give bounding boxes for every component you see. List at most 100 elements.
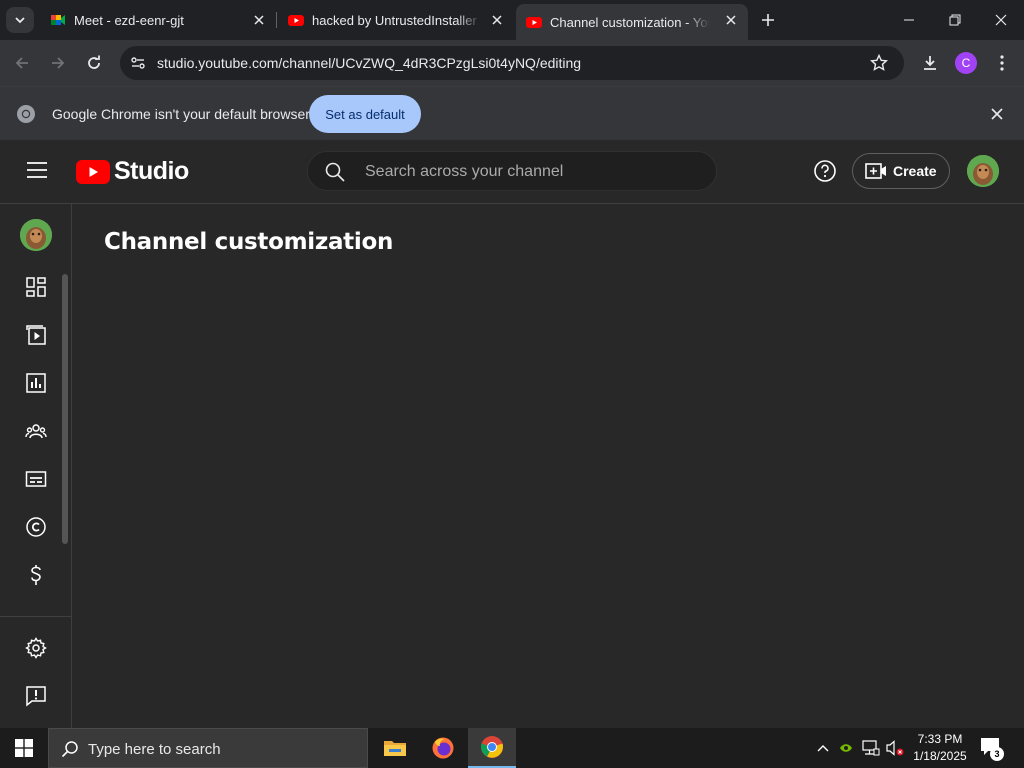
minimize-icon <box>904 19 914 21</box>
subtitles-icon <box>25 471 47 487</box>
profile-button[interactable]: C <box>955 52 977 74</box>
taskbar-chrome[interactable] <box>468 728 516 768</box>
community-icon <box>25 424 47 439</box>
studio-sidebar <box>0 204 72 728</box>
taskbar-file-explorer[interactable] <box>371 728 419 768</box>
sidebar-item-feedback[interactable] <box>24 684 48 708</box>
folder-icon <box>384 741 406 756</box>
forward-button[interactable] <box>44 49 72 77</box>
back-button[interactable] <box>8 49 36 77</box>
studio-wordmark: Studio <box>114 157 189 185</box>
start-button[interactable] <box>0 728 48 768</box>
chrome-logo-icon <box>17 105 35 123</box>
close-icon[interactable] <box>990 107 1004 121</box>
create-label: Create <box>893 163 937 179</box>
sidebar-item-subtitles[interactable] <box>24 467 48 491</box>
taskbar-firefox[interactable] <box>419 728 467 768</box>
arrow-left-icon <box>15 57 28 69</box>
sidebar-divider <box>0 616 72 617</box>
restore-button[interactable] <box>932 0 978 40</box>
sidebar-item-dashboard[interactable] <box>24 275 48 299</box>
reload-button[interactable] <box>80 49 108 77</box>
windows-logo-icon <box>15 739 33 757</box>
tab-strip: Meet - ezd-eenr-gjt hacked by UntrustedI… <box>0 0 1024 40</box>
close-icon[interactable] <box>490 13 504 27</box>
downloads-button[interactable] <box>916 49 944 77</box>
tray-network[interactable] <box>860 728 882 768</box>
tab-title: Channel customization - YouTube Studio <box>550 14 710 30</box>
sidebar-item-settings[interactable] <box>24 636 48 660</box>
chevron-down-icon <box>15 17 25 24</box>
content-icon <box>26 325 46 345</box>
tab-youtube[interactable]: hacked by UntrustedInstaller - YouTube <box>278 5 514 35</box>
studio-header: Studio Search across your channel Create <box>0 140 1024 204</box>
tab-meet[interactable]: Meet - ezd-eenr-gjt <box>40 5 276 35</box>
sidebar-item-earn[interactable] <box>24 563 48 587</box>
create-button[interactable]: Create <box>852 153 950 189</box>
clock-date: 1/18/2025 <box>913 749 967 763</box>
page-title: Channel customization <box>104 229 394 255</box>
search-icon <box>325 162 345 182</box>
windows-taskbar: Type here to search 7:33 PM 1/18/2025 3 <box>0 728 1024 768</box>
close-icon <box>995 14 1007 26</box>
sidebar-scroll-thumb[interactable] <box>62 274 68 544</box>
search-icon <box>61 741 78 758</box>
channel-search[interactable]: Search across your channel <box>307 151 717 191</box>
reload-icon <box>88 55 100 69</box>
address-bar[interactable]: studio.youtube.com/channel/UCvZWQ_4dR3CP… <box>120 46 904 80</box>
minimize-button[interactable] <box>886 0 932 40</box>
copyright-icon <box>26 517 46 537</box>
tray-overflow-button[interactable] <box>812 728 834 768</box>
new-tab-button[interactable] <box>754 0 782 40</box>
avatar-image <box>967 155 999 187</box>
sidebar-item-analytics[interactable] <box>24 371 48 395</box>
tab-separator <box>276 12 277 28</box>
account-avatar[interactable] <box>967 155 999 187</box>
create-video-icon <box>865 163 886 179</box>
youtube-icon <box>526 17 542 28</box>
nvidia-icon <box>840 744 852 752</box>
youtube-icon <box>288 15 304 26</box>
avatar-image <box>20 219 52 251</box>
bookmark-star-icon[interactable] <box>870 54 888 72</box>
sidebar-item-content[interactable] <box>24 323 48 347</box>
close-window-button[interactable] <box>978 0 1024 40</box>
taskbar-search[interactable]: Type here to search <box>48 728 368 768</box>
analytics-icon <box>26 373 46 393</box>
tray-nvidia[interactable] <box>836 728 856 768</box>
sidebar-item-community[interactable] <box>24 419 48 443</box>
site-info-icon[interactable] <box>130 55 146 71</box>
tab-studio[interactable]: Channel customization - YouTube Studio <box>516 4 748 40</box>
chrome-icon <box>481 736 503 758</box>
settings-icon <box>25 637 47 659</box>
taskbar-clock[interactable]: 7:33 PM 1/18/2025 <box>908 731 972 765</box>
arrow-right-icon <box>52 57 65 69</box>
default-browser-infobar: Google Chrome isn't your default browser… <box>0 86 1024 140</box>
dashboard-icon <box>26 277 46 297</box>
help-icon[interactable] <box>813 159 837 183</box>
chevron-up-icon <box>817 745 829 752</box>
earn-icon <box>31 565 41 585</box>
infobar-message: Google Chrome isn't your default browser <box>52 106 310 122</box>
action-center-button[interactable]: 3 <box>980 737 1004 761</box>
restore-icon <box>949 14 961 26</box>
url-text: studio.youtube.com/channel/UCvZWQ_4dR3CP… <box>157 55 582 71</box>
firefox-icon <box>432 737 454 759</box>
more-vert-icon <box>1000 55 1004 71</box>
studio-logo[interactable]: Studio <box>76 157 189 186</box>
tab-title: Meet - ezd-eenr-gjt <box>74 12 184 28</box>
chrome-menu-button[interactable] <box>988 49 1016 77</box>
sidebar-item-copyright[interactable] <box>24 515 48 539</box>
search-placeholder: Search across your channel <box>365 163 564 180</box>
taskbar-search-placeholder: Type here to search <box>88 741 221 758</box>
notification-count: 3 <box>990 747 1004 761</box>
volume-muted-icon <box>886 740 904 756</box>
set-default-button[interactable]: Set as default <box>309 95 421 133</box>
channel-avatar[interactable] <box>20 219 52 251</box>
tray-volume[interactable] <box>884 728 906 768</box>
close-icon[interactable] <box>252 13 266 27</box>
feedback-icon <box>26 686 46 707</box>
close-icon[interactable] <box>724 13 738 27</box>
tab-search-button[interactable] <box>6 7 34 33</box>
menu-icon[interactable] <box>26 161 48 179</box>
